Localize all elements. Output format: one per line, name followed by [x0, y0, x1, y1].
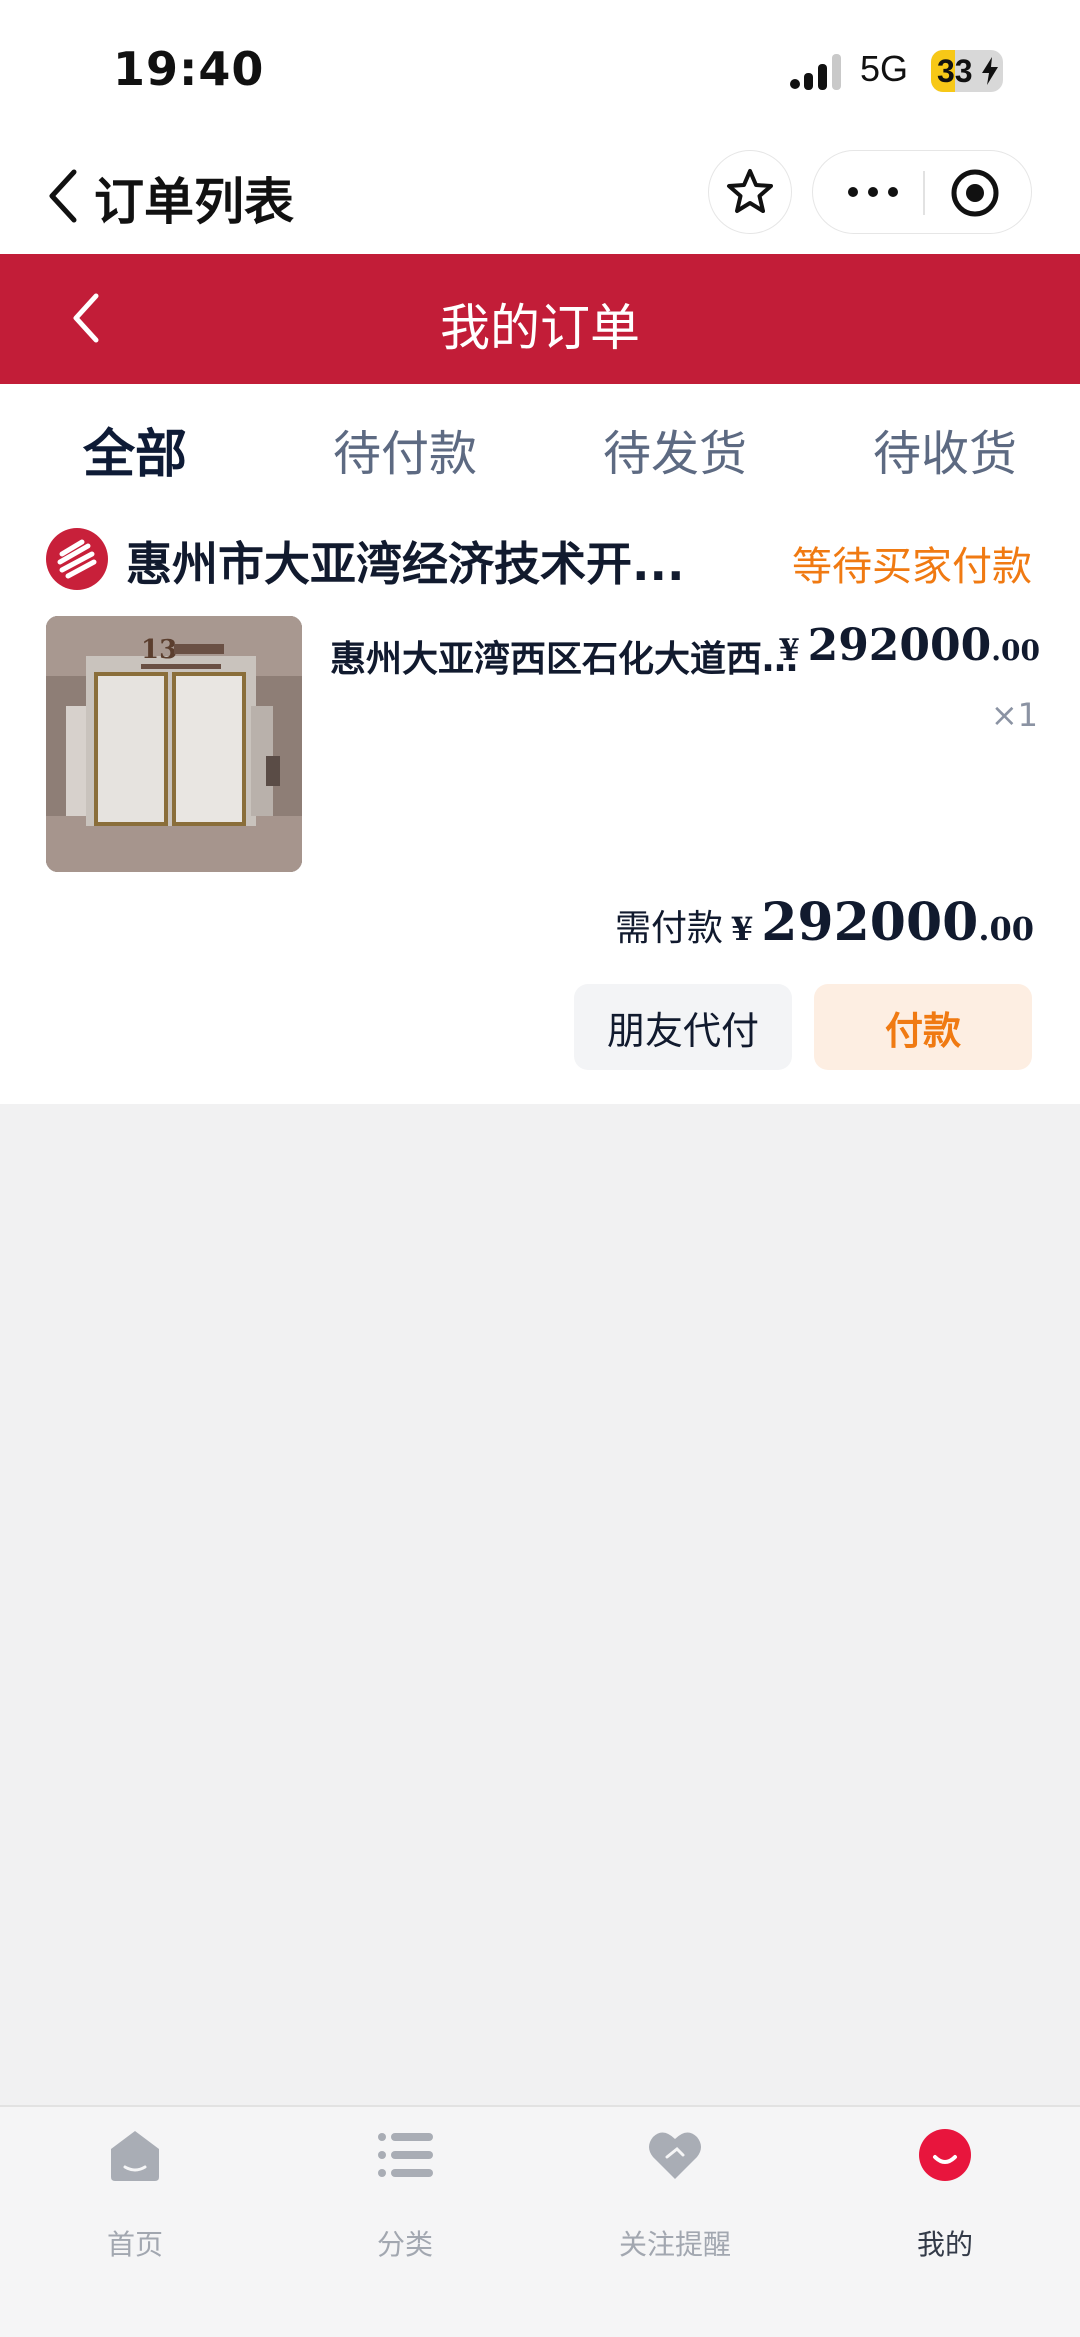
battery-icon: 33 [931, 50, 1003, 92]
tabbar-item-category[interactable]: 分类 [270, 2127, 540, 2277]
favorite-button[interactable] [708, 150, 792, 234]
total-integer: 292000 [761, 892, 979, 953]
svg-text:13: 13 [141, 635, 177, 665]
battery-level: 33 [937, 53, 973, 89]
capsule-divider [923, 171, 925, 215]
order-status: 等待买家付款 [792, 544, 1032, 590]
tab-pending-receipt[interactable]: 待收货 [810, 414, 1080, 484]
total-label: 需付款 [614, 908, 723, 949]
home-icon [111, 2131, 159, 2181]
tabbar-label-mine: 我的 [916, 2228, 973, 2261]
tab-pending-shipment[interactable]: 待发货 [540, 414, 810, 484]
product-title[interactable]: 惠州大亚湾西区石化大道西... [330, 630, 800, 682]
friend-pay-button[interactable]: 朋友代付 [574, 984, 792, 1070]
tabbar-label-category: 分类 [376, 2228, 433, 2261]
nav-title: 订单列表 [94, 173, 294, 231]
price-currency: ¥ [778, 633, 800, 668]
page: 19:40 5G 33 订单列表 我的订单 全部 待付款 待发货 待收货 惠州市… [0, 0, 1080, 2337]
order-card[interactable]: 惠州市大亚湾经济技术开... 等待买家付款 13 惠州大亚湾西区石化大道西...… [0, 504, 1080, 1104]
tabbar-item-follow[interactable]: 关注提醒 [540, 2127, 810, 2277]
tabbar-item-mine[interactable]: 我的 [810, 2127, 1080, 2277]
shop-name[interactable]: 惠州市大亚湾经济技术开... [126, 528, 696, 594]
total-currency: ¥ [730, 910, 754, 948]
list-icon [378, 2133, 433, 2177]
more-icon[interactable] [845, 177, 901, 207]
order-tabs: 全部 待付款 待发货 待收货 [0, 384, 1080, 504]
price-decimal: .00 [991, 634, 1040, 667]
price-integer: 292000 [807, 620, 992, 671]
bottom-tab-bar: 首页 分类 关注提醒 我的 [0, 2105, 1080, 2337]
back-icon[interactable] [44, 166, 84, 226]
tab-pending-payment[interactable]: 待付款 [270, 414, 540, 484]
tabbar-label-home: 首页 [106, 2228, 163, 2261]
capsule-menu [812, 150, 1032, 234]
close-target-icon[interactable] [949, 167, 1001, 219]
nav-bar: 订单列表 [0, 142, 1080, 254]
heart-icon [649, 2132, 701, 2179]
page-title: 我的订单 [440, 299, 640, 357]
product-price: ¥292000.00 [779, 620, 1040, 671]
network-label: 5G [860, 48, 909, 89]
tabbar-label-follow: 关注提醒 [618, 2228, 731, 2261]
shop-logo [46, 528, 108, 590]
product-image[interactable]: 13 [46, 616, 302, 872]
product-quantity: ×1 [990, 696, 1038, 734]
status-bar: 19:40 5G 33 [0, 0, 1080, 142]
pay-button[interactable]: 付款 [814, 984, 1032, 1070]
status-time: 19:40 [113, 42, 265, 96]
total-decimal: .00 [978, 910, 1034, 948]
profile-icon [919, 2129, 971, 2181]
charging-bolt-icon [982, 57, 998, 85]
tabbar-item-home[interactable]: 首页 [0, 2127, 270, 2277]
order-total: 需付款 ¥292000.00 [615, 892, 1034, 953]
signal-icon [790, 54, 841, 90]
page-header: 我的订单 [0, 254, 1080, 384]
tab-all[interactable]: 全部 [0, 412, 270, 487]
star-icon [727, 169, 773, 213]
